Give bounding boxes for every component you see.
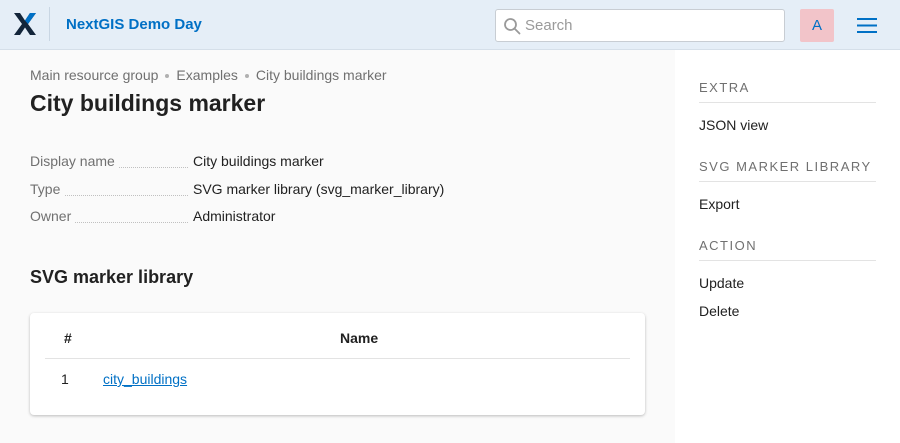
breadcrumb-separator (165, 74, 170, 79)
sidebar-item-delete[interactable]: Delete (699, 303, 876, 319)
header-divider (49, 7, 50, 41)
property-value: Administrator (193, 208, 276, 224)
search-input[interactable] (525, 10, 780, 41)
actions-sidebar: EXTRA JSON view SVG MARKER LIBRARY Expor… (675, 50, 900, 443)
breadcrumb-item-current[interactable]: City buildings marker (256, 67, 387, 83)
property-value: SVG marker library (svg_marker_library) (193, 180, 445, 197)
column-header-number[interactable]: # (64, 330, 72, 346)
nextgis-logo-icon[interactable] (13, 12, 37, 36)
sidebar-heading: ACTION (699, 238, 876, 261)
property-label: Owner (30, 208, 76, 224)
property-value: City buildings marker (193, 153, 324, 169)
main-content: Main resource group Examples City building… (0, 50, 675, 443)
sidebar-section-extra: EXTRA JSON view (699, 80, 876, 133)
app-title[interactable]: NextGIS Demo Day (66, 16, 202, 33)
sidebar-item-json-view[interactable]: JSON view (699, 117, 876, 133)
sidebar-heading: SVG MARKER LIBRARY (699, 159, 876, 182)
avatar[interactable]: A (800, 9, 834, 42)
breadcrumb-item-main-resource-group[interactable]: Main resource group (30, 67, 158, 83)
sidebar-heading: EXTRA (699, 80, 876, 103)
breadcrumb: Main resource group Examples City building… (30, 67, 387, 83)
property-row-type: Type SVG marker library (svg_marker_libr… (30, 178, 630, 206)
page-title: City buildings marker (30, 90, 266, 116)
sidebar-section-svg-marker-library: SVG MARKER LIBRARY Export (699, 159, 876, 212)
property-label: Type (30, 180, 65, 197)
sidebar-section-action: ACTION Update Delete (699, 238, 876, 319)
breadcrumb-separator (244, 74, 249, 79)
property-label: Display name (30, 153, 119, 169)
search-box[interactable] (495, 9, 785, 42)
breadcrumb-item-examples[interactable]: Examples (176, 67, 237, 83)
search-icon (504, 18, 521, 35)
top-header: NextGIS Demo Day A (0, 0, 900, 50)
properties-list: Display name City buildings marker Type … (30, 150, 630, 233)
property-row-owner: Owner Administrator (30, 205, 630, 233)
sidebar-item-update[interactable]: Update (699, 275, 876, 291)
hamburger-menu-icon[interactable] (857, 18, 877, 33)
section-title-svg-marker-library: SVG marker library (30, 267, 194, 287)
marker-link-city-buildings[interactable]: city_buildings (103, 371, 187, 387)
table-header-divider (45, 358, 630, 359)
column-header-name[interactable]: Name (340, 330, 378, 346)
markers-table-card: # Name 1 city_buildings (30, 313, 645, 415)
property-row-display-name: Display name City buildings marker (30, 150, 630, 178)
table-cell-number: 1 (61, 371, 69, 387)
sidebar-item-export[interactable]: Export (699, 196, 876, 212)
